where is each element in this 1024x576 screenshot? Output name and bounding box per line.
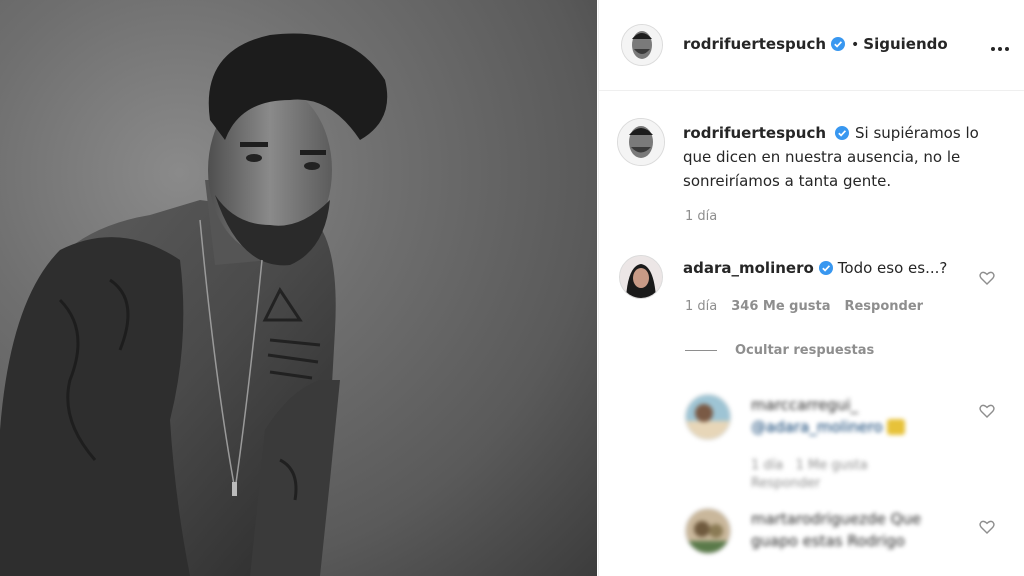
post-photo[interactable] [0, 0, 597, 576]
hide-replies-button[interactable]: Ocultar respuestas [685, 343, 874, 358]
comment-meta: 1 día 346 Me gusta Responder [685, 299, 937, 314]
caption-timestamp: 1 día [685, 209, 731, 224]
reply-avatar[interactable] [685, 508, 731, 554]
caption-avatar[interactable] [617, 118, 665, 166]
reply-meta: 1 día 1 Me gusta Responder [751, 457, 868, 493]
reply-likes[interactable]: 1 Me gusta [796, 458, 868, 473]
follow-button[interactable]: Siguiendo [863, 35, 947, 53]
comment-username[interactable]: adara_molinero [683, 259, 814, 277]
post-photo-illustration [0, 33, 388, 576]
post-header-user: rodrifuertespuch • Siguiendo [683, 34, 948, 53]
replies-divider [685, 350, 717, 351]
reply-time[interactable]: 1 día [751, 458, 783, 473]
post-header: rodrifuertespuch • Siguiendo [599, 0, 1024, 91]
caption-username[interactable]: rodrifuertespuch [683, 124, 826, 142]
heart-icon[interactable] [979, 519, 995, 535]
comment-time[interactable]: 1 día [685, 299, 717, 314]
reply-username[interactable]: marccarregui_ [751, 396, 858, 414]
post-panel: rodrifuertespuch • Siguiendo rodrifuertesp… [598, 0, 1024, 576]
reply-text: marccarregui_ @adara_molinero [751, 394, 906, 438]
comment-likes[interactable]: 346 Me gusta [731, 299, 830, 314]
reply-mention[interactable]: @adara_molinero [751, 418, 883, 436]
reply-item: marccarregui_ @adara_molinero 1 día 1 Me… [685, 394, 985, 494]
comment-text: Todo eso es...? [837, 259, 948, 277]
caption-time[interactable]: 1 día [685, 209, 717, 224]
comment-avatar[interactable] [619, 255, 663, 299]
hide-replies-label: Ocultar respuestas [735, 343, 875, 358]
reply-username[interactable]: martarodriguezde [751, 510, 886, 528]
heart-icon[interactable] [979, 403, 995, 419]
caption: rodrifuertespuch Si supiéramos lo que dic… [683, 121, 993, 193]
separator-dot: • [851, 37, 860, 53]
verified-icon [831, 37, 846, 51]
reply-reply-button[interactable]: Responder [751, 476, 820, 491]
reply-button[interactable]: Responder [844, 299, 923, 314]
author-avatar[interactable] [621, 24, 663, 66]
verified-icon [835, 126, 850, 140]
reply-text: martarodriguezde Que guapo estas Rodrigo [751, 508, 971, 552]
reply-item: martarodriguezde Que guapo estas Rodrigo [685, 508, 985, 568]
heart-icon[interactable] [979, 270, 995, 286]
more-options-icon[interactable] [991, 36, 1013, 52]
emoji-icon [887, 419, 906, 435]
comment: adara_molinero Todo eso es...? [683, 259, 947, 277]
verified-icon [818, 261, 833, 275]
author-username[interactable]: rodrifuertespuch [683, 35, 826, 53]
reply-avatar[interactable] [685, 394, 731, 440]
